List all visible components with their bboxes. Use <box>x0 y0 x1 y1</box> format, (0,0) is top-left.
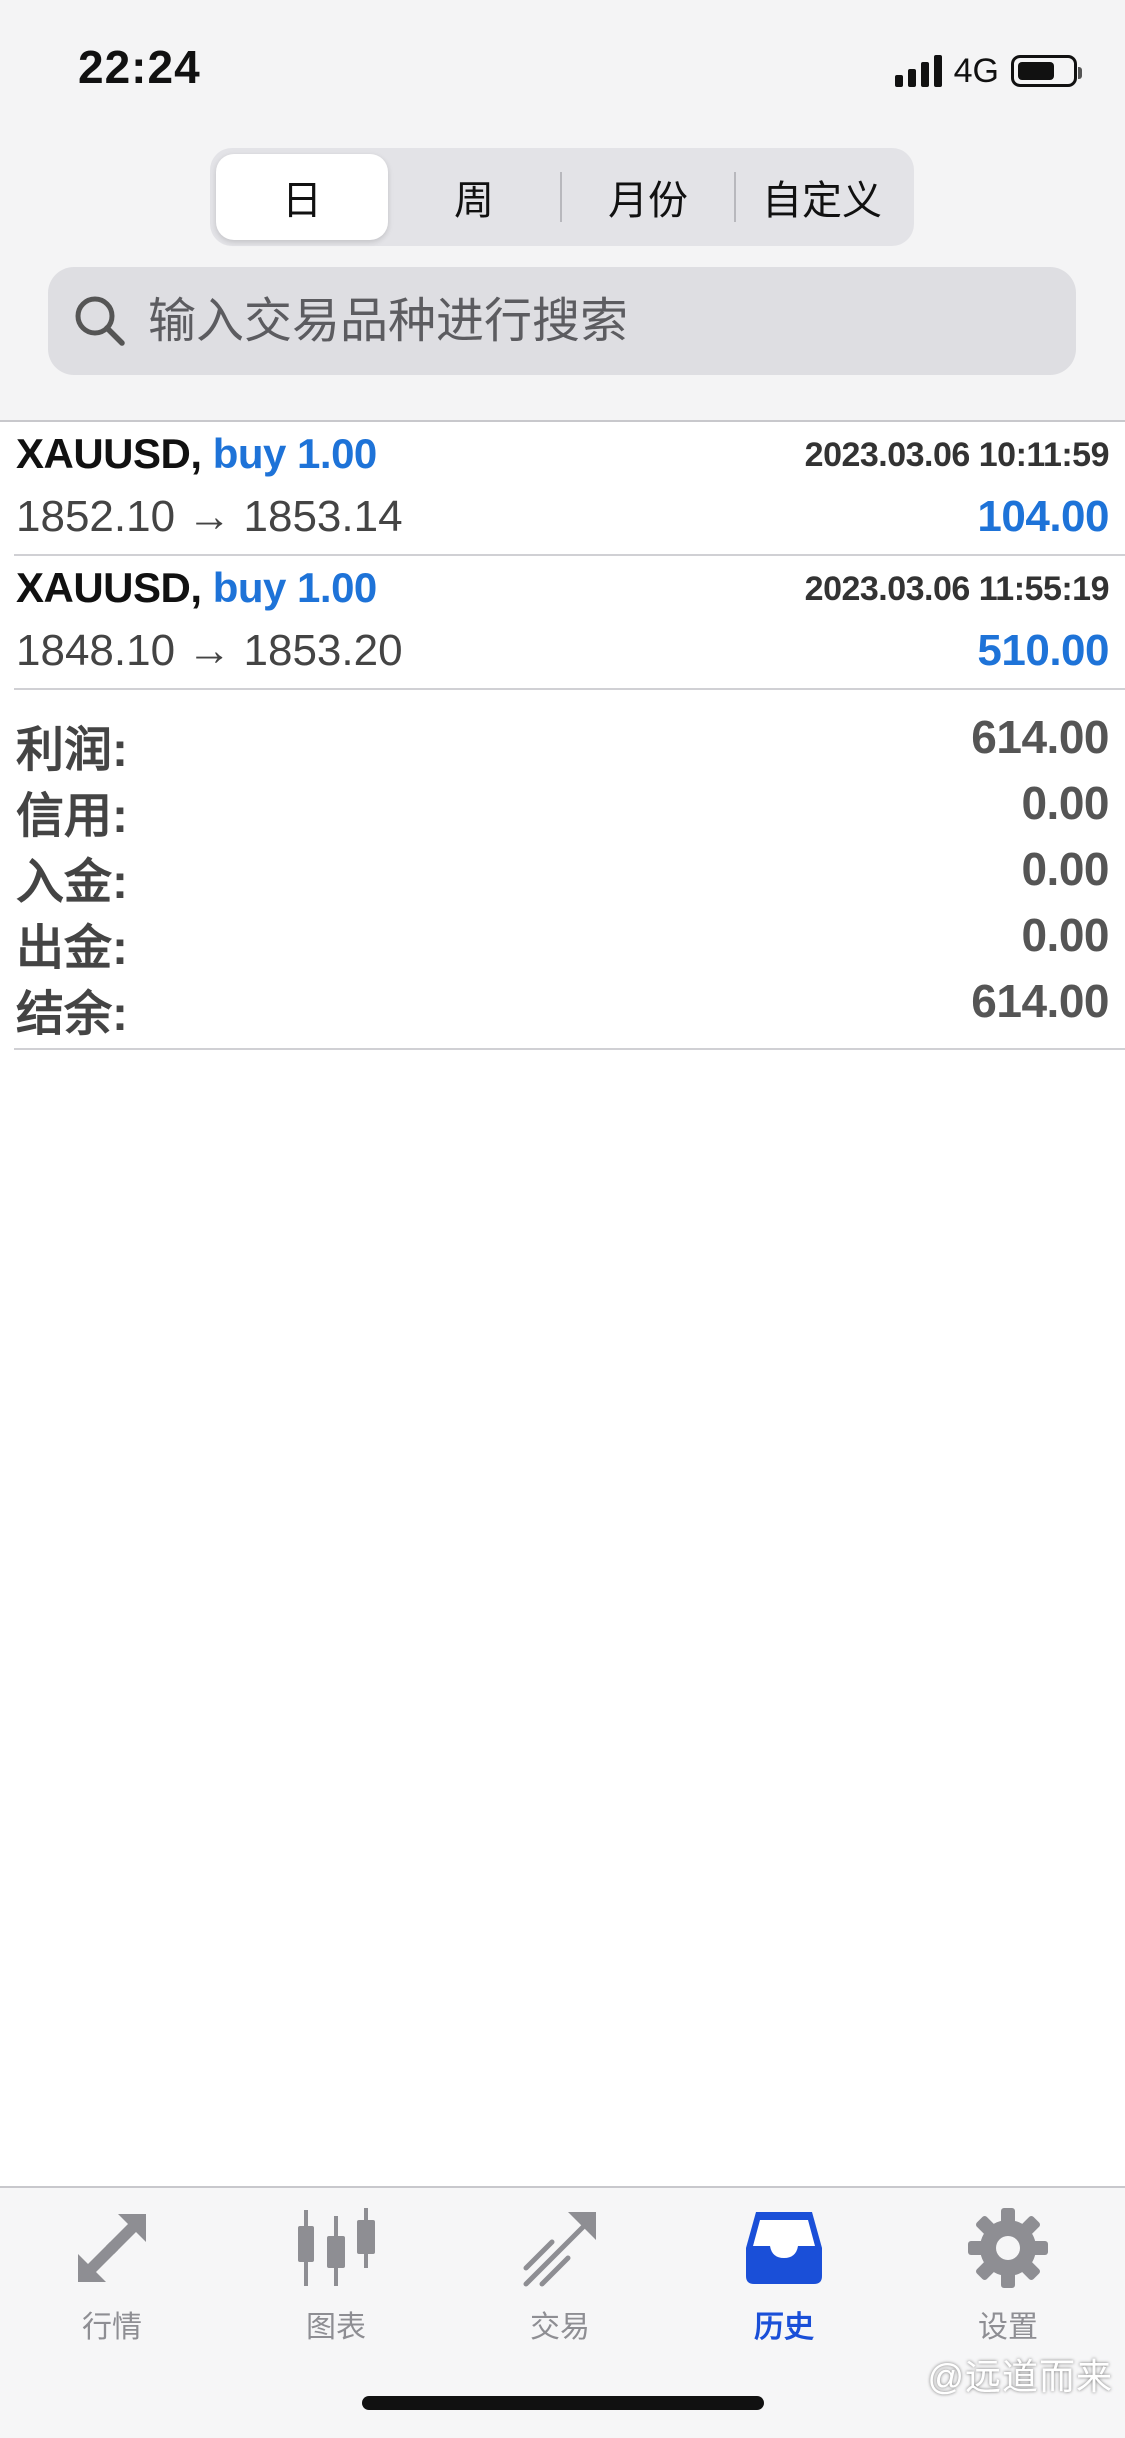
trade-trend-icon <box>518 2206 602 2290</box>
summary-row-credit: 信用: 0.00 <box>14 776 1109 843</box>
summary-row-profit: 利润: 614.00 <box>14 710 1109 777</box>
period-tab-custom[interactable]: 自定义 <box>736 154 908 240</box>
tab-quotes[interactable]: 行情 <box>22 2206 202 2356</box>
summary-row-withdrawal: 出金: 0.00 <box>14 908 1109 975</box>
summary-label: 结余: <box>16 988 128 1041</box>
home-indicator[interactable] <box>362 2396 764 2410</box>
summary-value: 0.00 <box>1021 909 1109 961</box>
search-bar[interactable] <box>48 267 1076 375</box>
history-header: 日 周 月份 自定义 <box>0 140 1125 422</box>
trade-side-volume: buy 1.00 <box>212 564 378 611</box>
trade-symbol: XAUUSD, buy 1.00 <box>16 430 377 478</box>
tab-label: 行情 <box>82 2311 142 2344</box>
trade-time: 2023.03.06 10:11:59 <box>804 436 1110 474</box>
summary-row-deposit: 入金: 0.00 <box>14 842 1109 909</box>
gear-icon <box>966 2206 1050 2290</box>
trade-profit: 104.00 <box>977 492 1109 541</box>
status-bar: 22:24 4G <box>0 0 1125 140</box>
search-icon <box>70 291 130 351</box>
tab-charts[interactable]: 图表 <box>246 2206 426 2356</box>
summary-label: 入金: <box>16 856 128 909</box>
candlestick-icon <box>294 2206 378 2290</box>
period-tab-week[interactable]: 周 <box>388 154 560 240</box>
trade-side-volume: buy 1.00 <box>212 430 378 477</box>
tab-label: 设置 <box>978 2311 1038 2344</box>
tab-label: 历史 <box>754 2311 814 2344</box>
summary-value: 614.00 <box>971 711 1109 763</box>
search-input[interactable] <box>146 292 1050 350</box>
battery-icon <box>1011 55 1082 87</box>
cellular-signal-icon <box>894 55 942 87</box>
summary-label: 信用: <box>16 790 128 843</box>
tab-label: 交易 <box>530 2311 590 2344</box>
status-indicators: 4G <box>894 48 1082 94</box>
network-type: 4G <box>953 51 999 90</box>
quotes-arrows-icon <box>70 2206 154 2290</box>
trade-prices: 1852.10 → 1853.14 <box>16 492 403 541</box>
tab-history[interactable]: 历史 <box>694 2206 874 2356</box>
tab-settings[interactable]: 设置 <box>918 2206 1098 2356</box>
summary-label: 利润: <box>16 724 128 777</box>
account-summary: 利润: 614.00 信用: 0.00 入金: 0.00 出金: 0.00 结余… <box>14 692 1125 1050</box>
history-inbox-icon <box>742 2206 826 2290</box>
trade-time: 2023.03.06 11:55:19 <box>804 570 1110 608</box>
summary-value: 0.00 <box>1021 777 1109 829</box>
trade-prices: 1848.10 → 1853.20 <box>16 626 403 675</box>
summary-value: 614.00 <box>971 975 1109 1027</box>
trade-profit: 510.00 <box>977 626 1109 675</box>
summary-label: 出金: <box>16 922 128 975</box>
tab-trade[interactable]: 交易 <box>470 2206 650 2356</box>
summary-row-balance: 结余: 614.00 <box>14 974 1109 1041</box>
trade-symbol: XAUUSD, buy 1.00 <box>16 564 377 612</box>
trade-symbol-name: XAUUSD, <box>16 564 202 611</box>
period-segmented-control: 日 周 月份 自定义 <box>210 148 914 246</box>
trade-row[interactable]: XAUUSD, buy 1.00 2023.03.06 10:11:59 185… <box>14 422 1125 556</box>
battery-level <box>1018 62 1054 80</box>
summary-value: 0.00 <box>1021 843 1109 895</box>
trade-row[interactable]: XAUUSD, buy 1.00 2023.03.06 11:55:19 184… <box>14 556 1125 690</box>
trade-symbol-name: XAUUSD, <box>16 430 202 477</box>
tab-label: 图表 <box>306 2311 366 2344</box>
period-tab-day[interactable]: 日 <box>216 154 388 240</box>
status-time: 22:24 <box>78 41 201 93</box>
period-tab-month[interactable]: 月份 <box>562 154 734 240</box>
watermark: @远道而来 <box>927 2356 1113 2397</box>
